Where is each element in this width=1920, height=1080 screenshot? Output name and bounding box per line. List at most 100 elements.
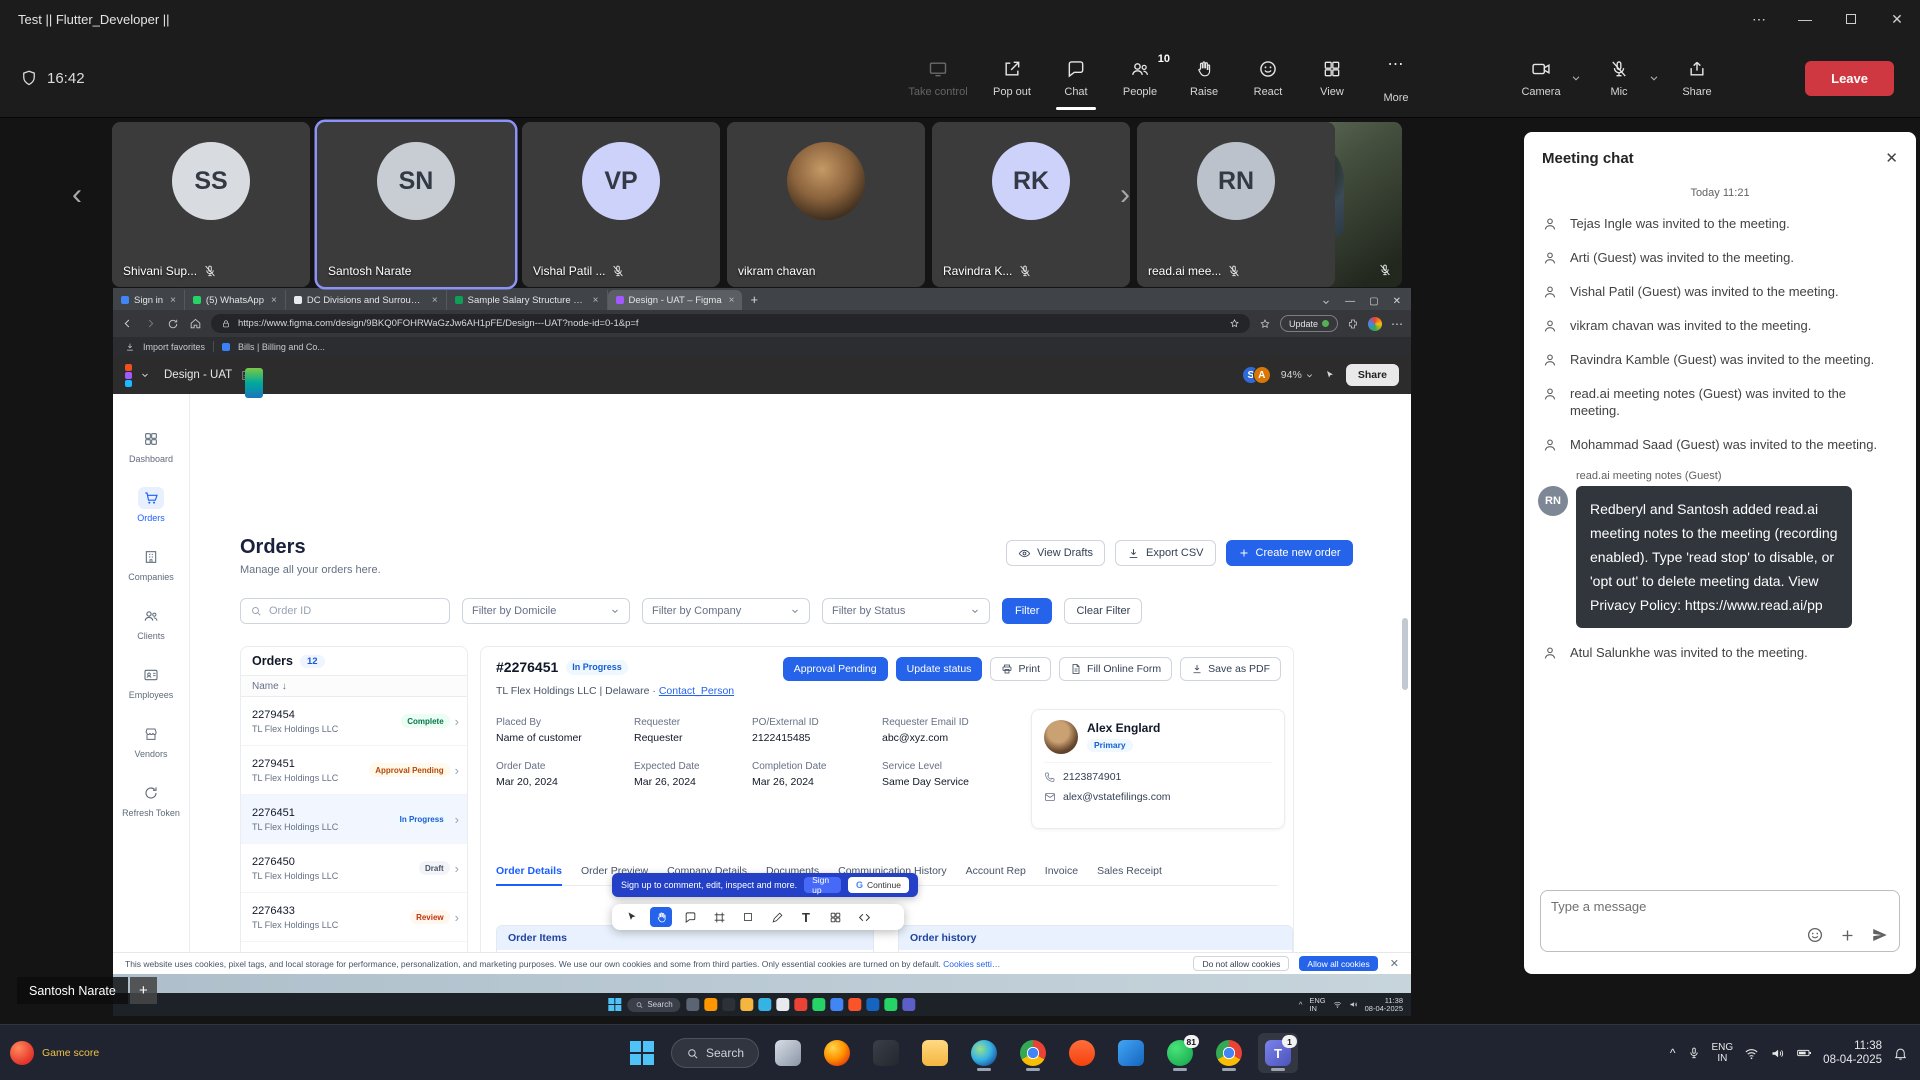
import-favorites-link[interactable]: Import favorites xyxy=(143,342,205,352)
camera-button[interactable]: Camera xyxy=(1512,59,1570,98)
order-list-item[interactable]: 2279451 TL Flex Holdings LLC Approval Pe… xyxy=(241,746,467,795)
detail-tab[interactable]: Invoice xyxy=(1045,865,1078,877)
participant-tile[interactable]: VP Vishal Patil ... xyxy=(522,122,720,287)
taskbar-app-icon[interactable] xyxy=(915,1033,955,1073)
sidebar-item-orders[interactable]: Orders xyxy=(116,487,186,523)
pen-tool-icon[interactable] xyxy=(766,907,788,927)
camera-options-chevron-icon[interactable] xyxy=(1570,72,1582,84)
strip-scroll-left-icon[interactable]: ‹ xyxy=(72,178,82,212)
notifications-bell-icon[interactable] xyxy=(1893,1046,1908,1061)
detail-tab[interactable]: Sales Receipt xyxy=(1097,865,1162,877)
leave-button[interactable]: Leave xyxy=(1805,61,1894,96)
participant-tile[interactable]: SN Santosh Narate xyxy=(317,122,515,287)
taskbar-app-icon[interactable] xyxy=(964,1033,1004,1073)
present-play-icon[interactable] xyxy=(1324,369,1336,381)
take-control-button[interactable]: Take control xyxy=(896,38,980,118)
start-icon[interactable] xyxy=(608,998,621,1011)
close-tab-icon[interactable]: × xyxy=(729,295,735,306)
order-list-item[interactable]: 2276433 TL Flex Holdings LLC Review › xyxy=(241,893,467,942)
sidebar-item-companies[interactable]: Companies xyxy=(116,546,186,582)
contact-phone[interactable]: 2123874901 xyxy=(1063,771,1121,783)
export-csv-button[interactable]: Export CSV xyxy=(1115,540,1215,566)
filter-button[interactable]: Filter xyxy=(1002,598,1052,624)
sidebar-item-vendors[interactable]: Vendors xyxy=(116,723,186,759)
move-tool-icon[interactable] xyxy=(621,907,643,927)
filter-status-dropdown[interactable]: Filter by Status xyxy=(822,598,990,624)
taskbar-app-icon[interactable] xyxy=(759,998,772,1011)
contact-person-link[interactable]: Contact_Person xyxy=(659,685,734,697)
browser-tab[interactable]: Sample Salary Structure with calc × xyxy=(447,290,608,310)
google-continue-button[interactable]: GContinue xyxy=(848,877,909,893)
list-column-header[interactable]: Name↓ xyxy=(241,676,467,697)
refresh-icon[interactable] xyxy=(167,318,179,330)
taskbar-app-icon[interactable]: T 1 xyxy=(1258,1033,1298,1073)
taskbar-app-icon[interactable] xyxy=(795,998,808,1011)
share-button[interactable]: Share xyxy=(1668,59,1726,98)
window-more-icon[interactable]: ⋯ xyxy=(1736,0,1782,38)
close-tab-icon[interactable]: × xyxy=(170,295,176,306)
figma-logo-icon[interactable] xyxy=(125,364,132,387)
taskbar-app-icon[interactable] xyxy=(1111,1033,1151,1073)
figma-collaborator-avatar[interactable]: A xyxy=(1253,366,1271,384)
mic-tray-icon[interactable] xyxy=(1687,1046,1701,1060)
battery-icon[interactable] xyxy=(1796,1045,1812,1061)
favorites-icon[interactable] xyxy=(1259,318,1271,330)
close-button[interactable]: ✕ xyxy=(1874,0,1920,38)
scrollbar-thumb[interactable] xyxy=(1402,618,1408,690)
close-tab-icon[interactable]: × xyxy=(593,295,599,306)
taskbar-app-icon[interactable] xyxy=(831,998,844,1011)
taskbar-app-icon[interactable] xyxy=(768,1033,808,1073)
fill-online-form-button[interactable]: Fill Online Form xyxy=(1059,657,1172,681)
browser-tab[interactable]: DC Divisions and Surroundings × xyxy=(286,290,447,310)
view-drafts-button[interactable]: View Drafts xyxy=(1006,540,1105,566)
address-bar[interactable]: https://www.figma.com/design/9BKQ0FOHRWa… xyxy=(211,314,1250,333)
language-indicator[interactable]: ENGIN xyxy=(1712,1042,1734,1064)
taskbar-app-icon[interactable] xyxy=(817,1033,857,1073)
taskbar-app-icon[interactable] xyxy=(777,998,790,1011)
pin-add-button[interactable]: + xyxy=(130,977,157,1004)
browser-minimize-icon[interactable]: — xyxy=(1345,296,1355,307)
taskbar-app-icon[interactable] xyxy=(867,998,880,1011)
emoji-icon[interactable] xyxy=(1806,926,1824,944)
taskbar-app-icon[interactable] xyxy=(1062,1033,1102,1073)
taskbar-widget[interactable]: Game score xyxy=(10,1025,99,1080)
contact-email[interactable]: alex@vstatefilings.com xyxy=(1063,791,1171,803)
allow-cookies-button[interactable]: Allow all cookies xyxy=(1299,956,1377,971)
detail-tab[interactable]: Order Details xyxy=(496,865,562,877)
order-id-input[interactable] xyxy=(269,605,419,617)
close-chat-icon[interactable]: ✕ xyxy=(1885,149,1898,167)
taskbar-app-icon[interactable] xyxy=(723,998,736,1011)
extensions-puzzle-icon[interactable] xyxy=(1347,318,1359,330)
clear-filter-button[interactable]: Clear Filter xyxy=(1064,598,1142,624)
browser-maximize-icon[interactable]: ▢ xyxy=(1369,296,1378,307)
taskbar-app-icon[interactable] xyxy=(1013,1033,1053,1073)
participant-tile[interactable]: RN read.ai mee... xyxy=(1137,122,1335,287)
taskbar-app-icon[interactable] xyxy=(705,998,718,1011)
browser-tab[interactable]: Sign in × xyxy=(113,290,185,310)
save-as-pdf-button[interactable]: Save as PDF xyxy=(1180,657,1281,681)
zoom-control[interactable]: 94% xyxy=(1281,369,1314,381)
message-input[interactable] xyxy=(1551,899,1889,914)
back-icon[interactable] xyxy=(121,317,134,330)
taskbar-clock[interactable]: 11:3808-04-2025 xyxy=(1823,1039,1882,1067)
taskbar-app-icon[interactable] xyxy=(885,998,898,1011)
sidebar-item-clients[interactable]: Clients xyxy=(116,605,186,641)
taskbar-app-icon[interactable] xyxy=(687,998,700,1011)
shape-tool-icon[interactable] xyxy=(737,907,759,927)
maximize-button[interactable] xyxy=(1828,0,1874,38)
browser-update-button[interactable]: Update xyxy=(1280,315,1338,332)
frame-tool-icon[interactable] xyxy=(708,907,730,927)
minimize-button[interactable]: — xyxy=(1782,0,1828,38)
figma-file-name[interactable]: Design - UAT xyxy=(164,369,232,381)
print-button[interactable]: Print xyxy=(990,657,1051,681)
browser-tab[interactable]: Design - UAT – Figma × xyxy=(608,290,743,310)
start-button[interactable] xyxy=(622,1033,662,1073)
pop-out-button[interactable]: Pop out xyxy=(980,38,1044,118)
send-icon[interactable] xyxy=(1871,926,1889,944)
mic-options-chevron-icon[interactable] xyxy=(1648,72,1660,84)
taskbar-app-icon[interactable] xyxy=(903,998,916,1011)
more-button[interactable]: ⋯ More xyxy=(1364,38,1428,118)
taskbar-app-icon[interactable] xyxy=(741,998,754,1011)
strip-scroll-right-icon[interactable]: › xyxy=(1120,178,1130,212)
browser-tab[interactable]: (5) WhatsApp × xyxy=(185,290,286,310)
